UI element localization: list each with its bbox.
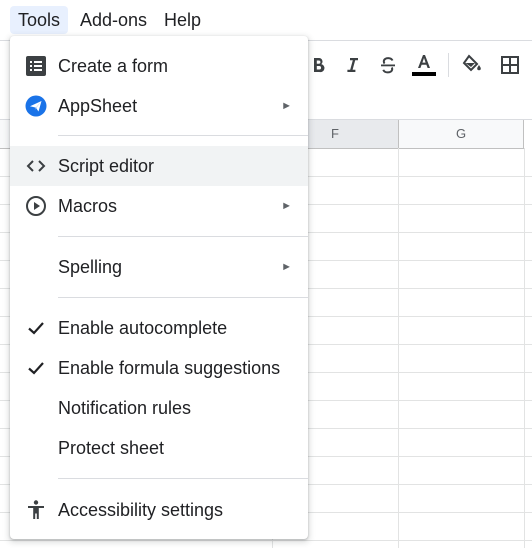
code-icon <box>24 154 48 178</box>
menu-item-protect-sheet[interactable]: Protect sheet <box>10 428 308 468</box>
accessibility-icon <box>24 498 48 522</box>
submenu-arrow-icon: ► <box>281 100 292 112</box>
menu-item-enable-formula-suggestions[interactable]: Enable formula suggestions <box>10 348 308 388</box>
menu-item-script-editor[interactable]: Script editor <box>10 146 308 186</box>
menu-item-label: Script editor <box>58 156 155 176</box>
menu-item-spelling[interactable]: Spelling ► <box>10 247 308 287</box>
check-icon <box>24 316 48 340</box>
borders-icon[interactable] <box>496 51 524 79</box>
submenu-arrow-icon: ► <box>281 200 292 212</box>
grid-line <box>398 148 399 548</box>
menu-divider <box>58 478 308 479</box>
menu-item-notification-rules[interactable]: Notification rules <box>10 388 308 428</box>
menu-item-label: Accessibility settings <box>58 500 224 520</box>
submenu-arrow-icon: ► <box>281 261 292 273</box>
menu-item-label: Enable formula suggestions <box>58 358 281 378</box>
text-color-icon[interactable] <box>410 51 438 79</box>
tools-menu: Create a form AppSheet ► Script editor M… <box>10 36 308 539</box>
menu-item-label: Macros <box>58 196 118 216</box>
menu-divider <box>58 135 308 136</box>
menu-item-macros[interactable]: Macros ► <box>10 186 308 226</box>
column-header-g[interactable]: G <box>399 120 524 149</box>
menu-divider <box>58 236 308 237</box>
fill-color-icon[interactable] <box>458 51 486 79</box>
menu-add-ons[interactable]: Add-ons <box>72 6 155 34</box>
form-icon <box>24 54 48 78</box>
menu-item-label: Protect sheet <box>58 438 165 458</box>
italic-icon[interactable] <box>338 51 366 79</box>
menu-bar: Tools Add-ons Help <box>0 0 532 40</box>
menu-item-label: Create a form <box>58 56 169 76</box>
strikethrough-icon[interactable] <box>374 51 402 79</box>
appsheet-icon <box>24 94 48 118</box>
check-icon <box>24 356 48 380</box>
menu-item-accessibility-settings[interactable]: Accessibility settings <box>10 490 308 530</box>
menu-item-appsheet[interactable]: AppSheet ► <box>10 86 308 126</box>
menu-item-label: Enable autocomplete <box>58 318 228 338</box>
grid-line <box>524 148 525 548</box>
play-circle-icon <box>24 194 48 218</box>
menu-tools[interactable]: Tools <box>10 6 69 34</box>
menu-item-create-a-form[interactable]: Create a form <box>10 46 308 86</box>
menu-divider <box>58 297 308 298</box>
menu-item-enable-autocomplete[interactable]: Enable autocomplete <box>10 308 308 348</box>
menu-help[interactable]: Help <box>156 6 209 34</box>
menu-item-label: Notification rules <box>58 398 192 418</box>
toolbar-divider <box>448 53 449 77</box>
menu-item-label: Spelling <box>58 257 123 277</box>
bold-icon[interactable] <box>304 51 332 79</box>
grid-line <box>0 540 532 541</box>
menu-item-label: AppSheet <box>58 96 138 116</box>
